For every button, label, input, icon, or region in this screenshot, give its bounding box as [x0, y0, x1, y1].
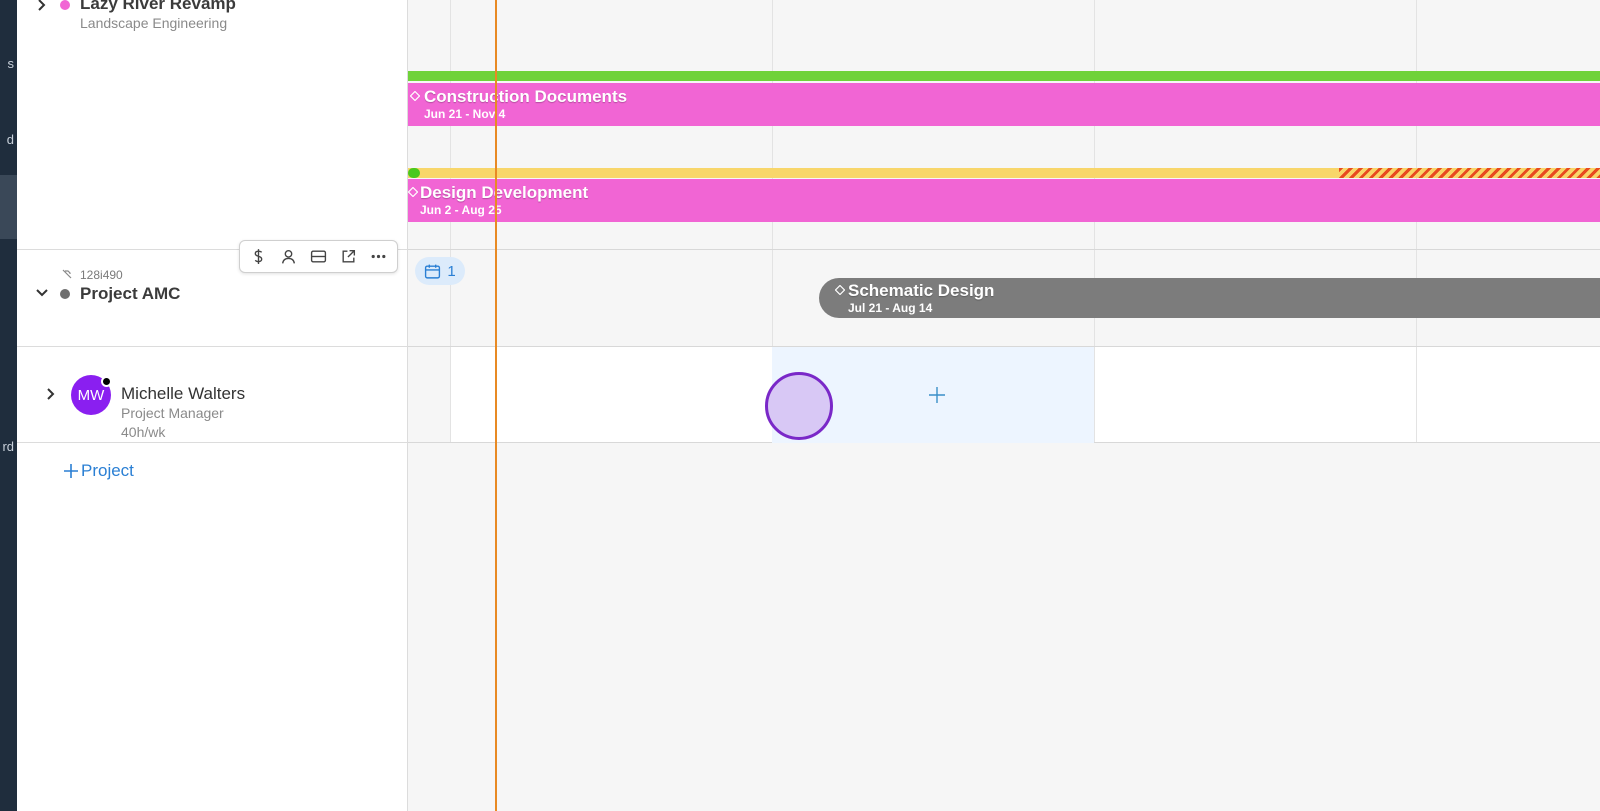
unlinked-icon: [62, 269, 72, 279]
card-icon: [310, 250, 327, 263]
details-button[interactable]: [305, 244, 331, 270]
phase-bar-schematic-design[interactable]: Schematic Design Jul 21 - Aug 14: [819, 278, 1600, 318]
project-color-dot: [60, 289, 70, 299]
nav-item-fragment[interactable]: s: [0, 56, 17, 71]
diamond-icon: [835, 285, 845, 295]
project-color-dot: [60, 0, 70, 10]
nav-item-fragment[interactable]: rd: [0, 439, 17, 454]
diamond-icon: [410, 91, 420, 101]
badge-count: 1: [447, 262, 456, 280]
nav-item-active[interactable]: [0, 175, 17, 239]
member-name[interactable]: Michelle Walters: [121, 384, 245, 404]
project-code: 128i490: [80, 268, 123, 282]
chevron-right-icon[interactable]: [44, 387, 58, 401]
row-divider: [17, 346, 408, 347]
nav-item-fragment[interactable]: d: [0, 132, 17, 147]
diamond-icon: [408, 187, 418, 197]
phase-dates: Jun 21 - Nov 4: [424, 107, 506, 121]
milestone-count-badge[interactable]: 1: [415, 257, 465, 285]
status-indicator: [101, 376, 112, 387]
phase-bar-design-development[interactable]: Design Development Jun 2 - Aug 25: [408, 179, 1600, 222]
project-list-panel: Lazy River Revamp Landscape Engineering …: [17, 0, 408, 811]
timeline-grid[interactable]: Construction Documents Jun 21 - Nov 4 De…: [408, 0, 1600, 811]
project-action-toolbar: [239, 240, 398, 273]
grid-row-line: [408, 249, 1600, 250]
plus-icon: [929, 387, 945, 403]
project-client: Landscape Engineering: [80, 15, 228, 31]
side-navigation: s d rd: [0, 0, 17, 811]
person-icon: [282, 249, 296, 264]
calendar-icon: [425, 264, 441, 279]
phase-bar-construction-documents[interactable]: Construction Documents Jun 21 - Nov 4: [408, 83, 1600, 126]
phase-dates: Jun 2 - Aug 25: [420, 203, 502, 217]
member-row-background: [408, 347, 450, 443]
dollar-icon: [255, 249, 263, 264]
add-project-label: Project: [81, 461, 134, 480]
row-divider: [17, 442, 408, 443]
external-link-icon: [342, 249, 355, 263]
budget-button[interactable]: [246, 244, 272, 270]
over-budget-segment: [1339, 168, 1600, 178]
add-project-button[interactable]: Project: [63, 461, 134, 481]
today-line: [495, 0, 497, 811]
member-hours: 40h/wk: [121, 424, 166, 440]
more-options-button[interactable]: [365, 244, 391, 270]
assign-member-button[interactable]: [276, 244, 302, 270]
phase-title: Design Development: [420, 183, 589, 202]
phase-title: Construction Documents: [424, 87, 628, 106]
member-role: Project Manager: [121, 405, 224, 421]
more-icon: [371, 254, 385, 259]
progress-start-marker: [408, 168, 420, 178]
drag-cursor-indicator: [765, 372, 833, 440]
open-project-button[interactable]: [335, 244, 361, 270]
project-title[interactable]: Lazy River Revamp: [80, 0, 236, 14]
phase-dates: Jul 21 - Aug 14: [848, 301, 933, 315]
plus-icon: [64, 464, 78, 478]
chevron-right-icon[interactable]: [35, 0, 49, 12]
project-title[interactable]: Project AMC: [80, 284, 180, 304]
chevron-down-icon[interactable]: [35, 286, 49, 300]
budget-progress-bar[interactable]: [408, 71, 1600, 81]
phase-title: Schematic Design: [848, 281, 995, 300]
